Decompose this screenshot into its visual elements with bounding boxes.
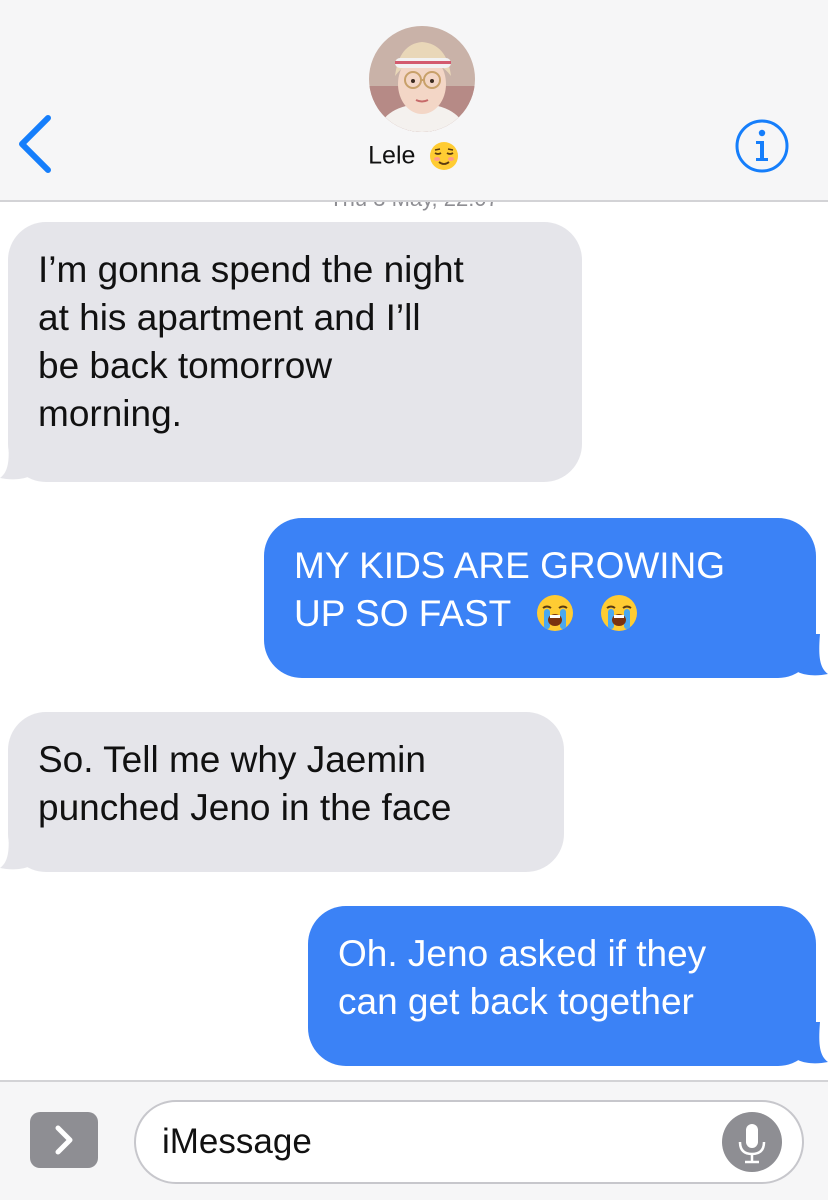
message-line: So. Tell me why Jaemin xyxy=(38,739,426,780)
chevron-right-icon xyxy=(55,1125,73,1155)
info-icon[interactable] xyxy=(734,118,790,174)
relieved-face-emoji-icon xyxy=(429,142,458,170)
imessage-input[interactable]: iMessage xyxy=(134,1100,804,1184)
message-bubble-incoming[interactable]: I’m gonna spend the night at his apartme… xyxy=(8,222,582,482)
message-line: MY KIDS ARE GROWING xyxy=(294,545,726,586)
conversation-header: Lele xyxy=(0,0,828,202)
loudly-crying-face-emoji-icon xyxy=(601,595,638,631)
apps-button[interactable] xyxy=(30,1112,98,1168)
dictation-button[interactable] xyxy=(722,1112,782,1172)
message-line: at his apartment and I’ll xyxy=(38,297,421,338)
loudly-crying-face-emoji-icon xyxy=(536,595,573,631)
message-bubble-outgoing[interactable]: Oh. Jeno asked if they can get back toge… xyxy=(308,906,816,1066)
contact-title[interactable]: Lele xyxy=(0,140,828,172)
message-bubble-outgoing[interactable]: MY KIDS ARE GROWING UP SO FAST xyxy=(264,518,816,678)
message-line: punched Jeno in the face xyxy=(38,787,452,828)
microphone-icon xyxy=(738,1124,766,1164)
contact-avatar[interactable] xyxy=(369,26,475,132)
messages-screen: Thu 3 May, 22:07 I’m gonna spend the nig… xyxy=(0,0,828,1200)
message-line-text: UP SO FAST xyxy=(294,593,511,634)
input-placeholder: iMessage xyxy=(162,1122,312,1161)
message-line: Oh. Jeno asked if they xyxy=(338,933,707,974)
message-bubble-incoming[interactable]: So. Tell me why Jaemin punched Jeno in t… xyxy=(8,712,564,872)
message-input-bar: iMessage xyxy=(0,1080,828,1200)
message-line: be back tomorrow xyxy=(38,345,333,386)
message-line: UP SO FAST xyxy=(294,590,786,638)
contact-name: Lele xyxy=(368,141,416,170)
message-line: I’m gonna spend the night xyxy=(38,249,464,290)
message-line: morning. xyxy=(38,393,182,434)
message-line: can get back together xyxy=(338,981,694,1022)
